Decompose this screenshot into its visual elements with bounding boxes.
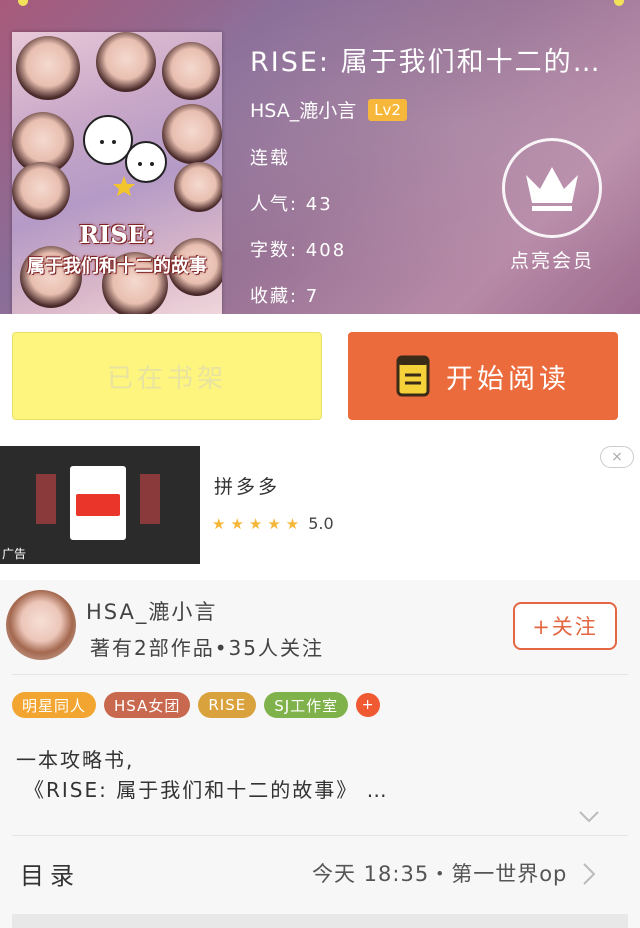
more-tags-button[interactable]: + (356, 693, 381, 717)
level-badge: Lv2 (368, 98, 407, 121)
status-dot (18, 0, 28, 6)
status-dot (614, 0, 624, 6)
book-popularity: 人气: 43 (250, 194, 333, 215)
ad-app-name[interactable]: 拼多多 (214, 472, 280, 499)
divider (12, 674, 628, 675)
ad-rating: ★★★★★ 5.0 (212, 514, 334, 533)
on-shelf-button[interactable]: 已在书架 (12, 332, 322, 420)
vip-button[interactable] (502, 138, 602, 238)
author-card-summary: 著有2部作品•35人关注 (90, 636, 324, 660)
description-line1: 一本攻略书, (16, 748, 135, 772)
tag-chip[interactable]: SJ工作室 (264, 692, 349, 718)
author-name[interactable]: HSA_漉小言 (250, 96, 356, 123)
book-word-count: 字数: 408 (250, 240, 347, 261)
chevron-down-icon[interactable] (578, 810, 600, 824)
action-bar: 已在书架 开始阅读 (0, 314, 640, 440)
cartoon-doodle (83, 115, 167, 196)
tag-chip[interactable]: 明星同人 (12, 692, 97, 718)
author-card-name[interactable]: HSA_漉小言 (86, 596, 217, 626)
tag-chip[interactable]: RISE (198, 692, 257, 718)
table-of-contents-row[interactable]: 目录 今天 18:35・第一世界op (0, 836, 640, 910)
latest-chapter: 今天 18:35・第一世界op (312, 862, 568, 886)
book-header: RISE: 属于我们和十二的故事 RISE: 属于我们和十二的… HSA_漉小言… (0, 0, 640, 314)
description-line2: 《RISE: 属于我们和十二的故事》 … (24, 778, 389, 802)
ad-card (70, 466, 126, 540)
bottom-section (12, 914, 628, 928)
vip-label[interactable]: 点亮会员 (492, 246, 612, 273)
book-cover[interactable]: RISE: 属于我们和十二的故事 (12, 32, 222, 314)
crown-icon (526, 167, 578, 211)
author-row[interactable]: HSA_漉小言 Lv2 (250, 96, 407, 123)
ad-rating-value: 5.0 (308, 514, 334, 533)
start-reading-button[interactable]: 开始阅读 (348, 332, 618, 420)
close-icon[interactable]: × (600, 446, 634, 468)
book-status: 连载 (250, 148, 290, 169)
cover-title-line2: 属于我们和十二的故事 (27, 256, 207, 277)
ad-image[interactable]: 广告 (0, 446, 200, 564)
author-section: HSA_漉小言 著有2部作品•35人关注 +关注 明星同人 HSA女团 RISE… (0, 580, 640, 928)
chevron-right-icon[interactable] (582, 862, 596, 886)
star-icons: ★★★★★ (212, 514, 305, 533)
start-reading-label: 开始阅读 (446, 363, 570, 395)
avatar[interactable] (6, 590, 76, 660)
book-icon (396, 355, 430, 397)
book-favorites: 收藏: 7 (250, 286, 320, 307)
tag-list: 明星同人 HSA女团 RISE SJ工作室 + (12, 692, 388, 718)
on-shelf-label: 已在书架 (106, 363, 227, 394)
cover-title-line1: RISE: (79, 220, 155, 249)
ad-banner[interactable]: 广告 拼多多 ★★★★★ 5.0 × (0, 440, 640, 580)
book-title: RISE: 属于我们和十二的… (250, 47, 602, 78)
tag-chip[interactable]: HSA女团 (104, 692, 191, 718)
ad-tag: 广告 (2, 547, 27, 561)
follow-button[interactable]: +关注 (513, 602, 617, 650)
toc-label: 目录 (20, 862, 80, 890)
